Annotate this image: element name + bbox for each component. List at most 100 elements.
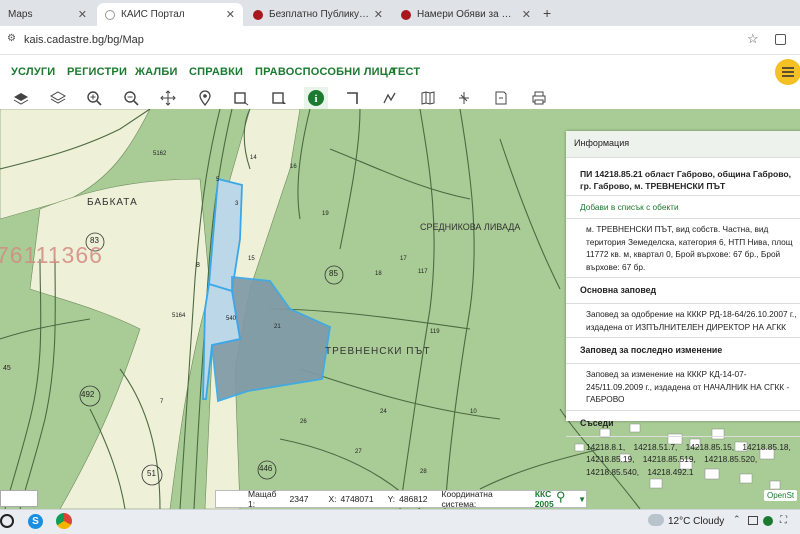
weather-text[interactable]: 12°C Cloudy: [668, 516, 724, 527]
split-icon[interactable]: [453, 87, 475, 109]
bookmark-star-icon[interactable]: ☆: [747, 31, 759, 47]
osm-attribution[interactable]: OpenSt: [764, 490, 798, 501]
weather-cloud-icon: [648, 514, 664, 526]
y-value: 486812: [399, 494, 428, 504]
map-label-parcel: 3: [235, 201, 239, 207]
zoom-in-icon[interactable]: [83, 87, 105, 109]
parcel-description: м. ТРЕВНЕНСКИ ПЪТ, вид собств. Частна, в…: [586, 224, 793, 272]
info-panel: Информация ПИ 14218.85.21 област Габрово…: [566, 131, 800, 477]
hamburger-icon: [782, 67, 794, 77]
map-label-parcel: 15: [248, 256, 255, 262]
scale-bar: [0, 490, 38, 507]
browser-tab-strip: Maps ✕ КАИС Портал ✕ Безплатно Публикува…: [0, 0, 800, 26]
layers-icon[interactable]: [10, 87, 32, 109]
close-icon[interactable]: ✕: [226, 8, 235, 21]
map-label-parcel: 14: [250, 155, 257, 161]
x-value: 4748071: [340, 494, 374, 504]
zoom-out-icon[interactable]: [120, 87, 142, 109]
crs-label: Координатна система:: [441, 489, 493, 509]
tab-title: Безплатно Публикуване на Об: [269, 9, 370, 20]
map-label-parcel: 8: [196, 262, 200, 269]
select-rect-2-icon[interactable]: [268, 87, 290, 109]
parcel-title: ПИ 14218.85.21 област Габрово, община Га…: [580, 169, 792, 192]
site-info-icon[interactable]: ⚙: [7, 33, 16, 44]
menu-spravki[interactable]: СПРАВКИ: [189, 66, 243, 78]
measure-angle-icon[interactable]: [341, 87, 363, 109]
map-book-icon[interactable]: [417, 87, 439, 109]
tab-publish-ads[interactable]: Безплатно Публикуване на Об ✕: [245, 3, 391, 26]
pan-icon[interactable]: [157, 87, 179, 109]
print-icon[interactable]: [528, 87, 550, 109]
map-label-cadastral-number: 76111366: [0, 242, 103, 268]
info-tool-button[interactable]: i: [304, 87, 328, 109]
address-bar: ⚙ kais.cadastre.bg/bg/Map ☆: [0, 26, 800, 55]
chrome-icon[interactable]: [56, 513, 72, 529]
order-text: Заповед за одобрение на КККР РД-18-64/26…: [586, 309, 797, 332]
menu-registri[interactable]: РЕГИСТРИ: [67, 66, 127, 78]
change-title: Заповед за последно изменение: [580, 345, 723, 356]
tab-maps[interactable]: Maps ✕: [0, 3, 95, 26]
map-label-quarter: 492: [81, 390, 95, 399]
site-favicon-icon: [253, 9, 263, 20]
search-icon[interactable]: ⚲: [556, 489, 566, 505]
x-label: X:: [328, 494, 337, 504]
tab-title: Намери Обяви за Недвижими: [417, 9, 518, 20]
url-field[interactable]: kais.cadastre.bg/bg/Map: [24, 34, 144, 46]
tab-kais-portal[interactable]: КАИС Портал ✕: [97, 3, 243, 26]
neighbors-list: 14218.8.1, 14218.51.7, 14218.85.15, 1421…: [586, 441, 791, 477]
map-label-parcel: 7: [160, 399, 164, 405]
note-icon[interactable]: [490, 87, 512, 109]
add-to-list-link[interactable]: Добави в списък с обекти: [566, 198, 800, 216]
tab-title: Maps: [8, 9, 33, 20]
map-label-locality: СРЕДНИКОВА ЛИВАДА: [420, 222, 521, 232]
map-label-parcel: 10: [470, 409, 477, 415]
hamburger-menu-button[interactable]: [775, 59, 800, 85]
chevron-down-icon[interactable]: ▼: [578, 495, 586, 504]
map-label-quarter: 446: [259, 464, 273, 473]
map-label-parcel: 18: [375, 271, 382, 277]
map-label-parcel: 21: [274, 324, 281, 330]
tray-chevron-icon[interactable]: ⌃: [733, 514, 741, 525]
tab-title: КАИС Портал: [121, 9, 185, 20]
map-label-locality: БАБКАТА: [87, 197, 138, 208]
select-rect-icon[interactable]: [230, 87, 252, 109]
tray-app-icon[interactable]: [748, 516, 758, 525]
change-text: Заповед за изменение на КККР КД-14-07-24…: [586, 369, 790, 405]
map-label-locality: ТРЕВНЕНСКИ ПЪТ: [325, 346, 431, 357]
skype-icon[interactable]: S: [28, 514, 43, 529]
map-label-quarter: 83: [90, 236, 99, 245]
map-label-parcel: 26: [300, 419, 307, 425]
crs-select[interactable]: ККС 2005: [535, 489, 572, 509]
tab-real-estate[interactable]: Намери Обяви за Недвижими ✕: [393, 3, 539, 26]
close-icon[interactable]: ✕: [78, 8, 87, 21]
network-icon[interactable]: ⛶: [780, 515, 787, 526]
map-label-parcel: 5: [216, 177, 220, 183]
close-icon[interactable]: ✕: [374, 8, 383, 21]
draw-icon[interactable]: [378, 87, 400, 109]
play-icon[interactable]: [0, 514, 14, 528]
tray-status-icon[interactable]: [763, 516, 773, 526]
svg-text:i: i: [314, 93, 317, 105]
map-label-parcel: 17: [400, 256, 407, 262]
close-icon[interactable]: ✕: [522, 8, 531, 21]
menu-test[interactable]: ТЕСТ: [391, 66, 420, 78]
layers-stack-icon[interactable]: [47, 87, 69, 109]
info-panel-title: Информация: [574, 138, 630, 149]
map-label-parcel: 540: [226, 316, 237, 322]
map-label-parcel: 5164: [172, 313, 186, 319]
map-label-quarter: 85: [329, 269, 338, 278]
map-label-parcel: 16: [290, 164, 297, 170]
location-pin-icon[interactable]: [194, 87, 216, 109]
menu-zhalbi[interactable]: ЖАЛБИ: [135, 66, 178, 78]
map-label-parcel: 19: [322, 211, 329, 217]
y-label: Y:: [387, 494, 396, 504]
site-menu: УСЛУГИ РЕГИСТРИ ЖАЛБИ СПРАВКИ ПРАВОСПОСО…: [0, 55, 800, 87]
new-tab-button[interactable]: +: [543, 5, 551, 21]
map-label-parcel: 28: [420, 469, 427, 475]
kais-favicon-icon: [105, 9, 115, 20]
menu-pravosposobni[interactable]: ПРАВОСПОСОБНИ ЛИЦА: [255, 66, 396, 78]
extension-icon[interactable]: [775, 34, 786, 45]
map-label-parcel: 45: [3, 365, 11, 372]
menu-uslugi[interactable]: УСЛУГИ: [11, 66, 55, 78]
map-toolbar: i: [0, 87, 800, 110]
